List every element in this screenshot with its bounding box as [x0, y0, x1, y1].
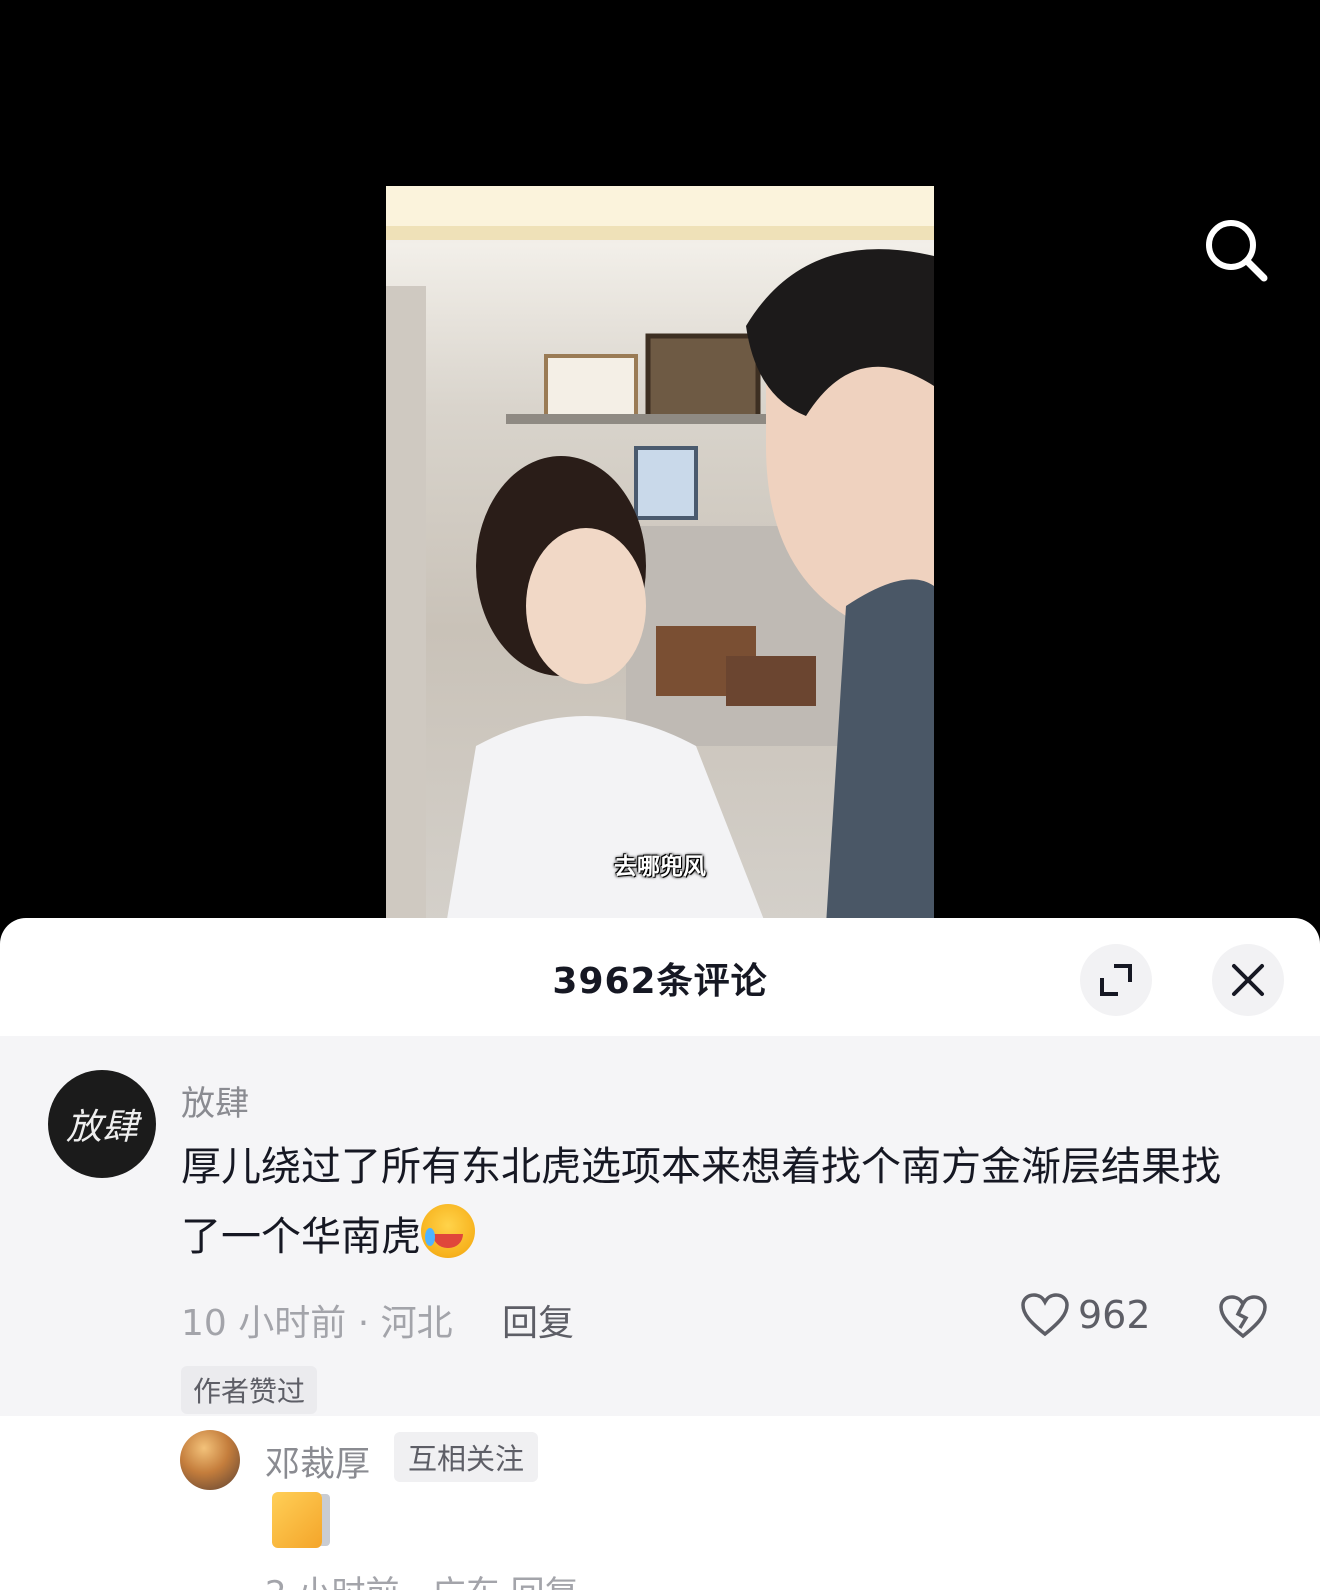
- comments-header: 3962条评论: [0, 918, 1320, 1036]
- reply-button[interactable]: 回复: [502, 1294, 574, 1346]
- avatar[interactable]: 放肆: [48, 1070, 156, 1178]
- mutual-follow-badge: 互相关注: [394, 1432, 539, 1482]
- expand-icon: [1100, 964, 1132, 996]
- like-count: 962: [1078, 1293, 1151, 1337]
- video-subtitle: 去哪兜风: [614, 854, 706, 880]
- cat-sticker-icon: [272, 1492, 322, 1548]
- reply-username[interactable]: 邓裁厚: [265, 1436, 370, 1487]
- dislike-button[interactable]: [1218, 1294, 1268, 1344]
- video-scene: [386, 186, 934, 925]
- close-button[interactable]: [1212, 944, 1284, 1016]
- comment-text-body: 厚儿绕过了所有东北虎选项本来想着找个南方金渐层结果找了一个华南虎: [181, 1144, 1221, 1260]
- comments-sheet: 3962条评论 放肆 放肆 厚儿绕过了所有东北虎选项本来想着找个南方金渐层结果找…: [0, 918, 1320, 1590]
- heart-icon: [1021, 1293, 1069, 1337]
- comment-meta: 10 小时前 · 河北: [181, 1303, 453, 1344]
- comment-username[interactable]: 放肆: [181, 1076, 249, 1125]
- reply-meta: 2 小时前 · 广东 回复: [265, 1566, 579, 1590]
- comment-item[interactable]: 放肆 放肆 厚儿绕过了所有东北虎选项本来想着找个南方金渐层结果找了一个华南虎 1…: [0, 1036, 1320, 1416]
- broken-heart-icon: [1219, 1295, 1267, 1339]
- video-frame[interactable]: 去哪兜风: [386, 186, 934, 925]
- reply-item[interactable]: 邓裁厚 互相关注 2 小时前 · 广东 回复: [0, 1416, 1320, 1590]
- video-player[interactable]: 去哪兜风: [0, 0, 1320, 925]
- close-icon: [1232, 964, 1264, 996]
- comment-text: 厚儿绕过了所有东北虎选项本来想着找个南方金渐层结果找了一个华南虎: [181, 1132, 1251, 1272]
- search-icon[interactable]: [1200, 214, 1272, 286]
- reply-avatar[interactable]: [180, 1430, 240, 1490]
- like-button[interactable]: 962: [1020, 1292, 1151, 1338]
- laugh-crying-emoji-icon: [421, 1204, 475, 1258]
- expand-button[interactable]: [1080, 944, 1152, 1016]
- author-liked-badge: 作者赞过: [181, 1366, 318, 1414]
